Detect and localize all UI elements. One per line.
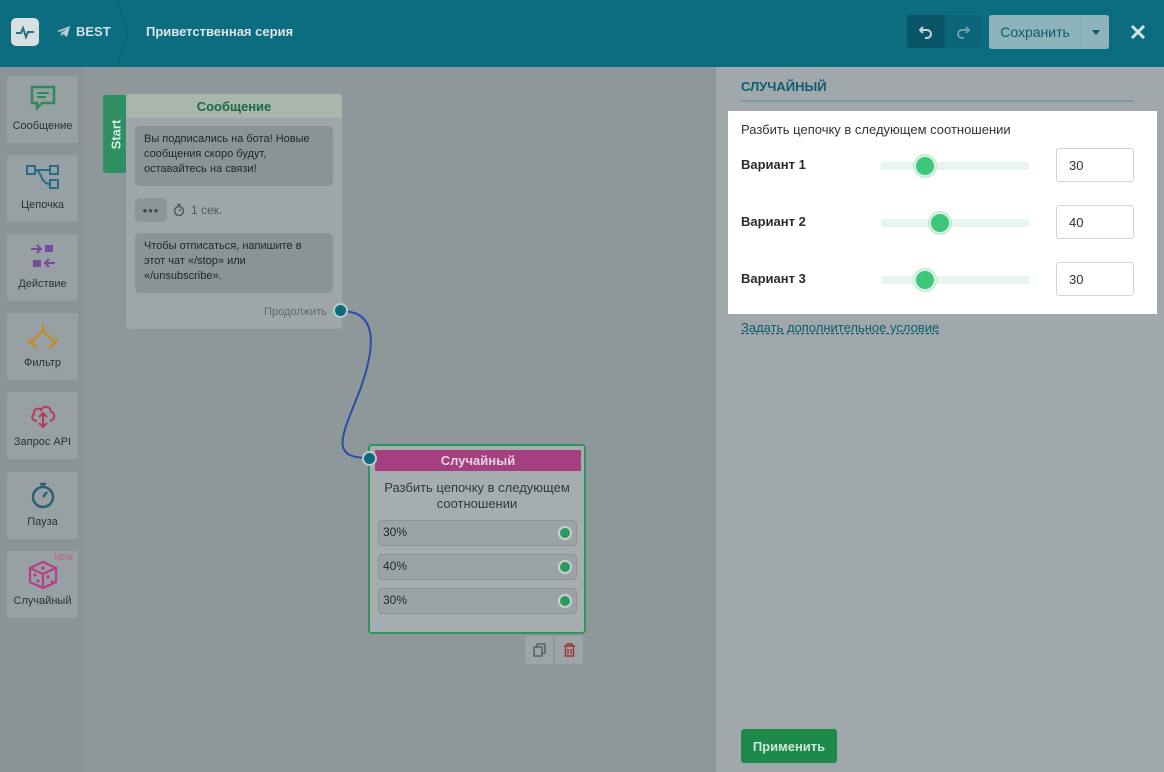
timer-icon	[173, 203, 185, 217]
variant-slider-track[interactable]	[881, 269, 1029, 291]
variant-slider-track[interactable]	[881, 212, 1029, 234]
panel-divider	[741, 100, 1134, 102]
duplicate-node-button[interactable]	[525, 636, 553, 664]
random-node[interactable]: Случайный Разбить цепочку в следующем со…	[368, 444, 586, 634]
start-tab: Start	[103, 95, 128, 173]
message-node[interactable]: Сообщение Вы подписались на бота! Новые …	[126, 94, 342, 329]
copy-icon	[532, 643, 546, 657]
variant-slider-thumb[interactable]	[929, 212, 952, 234]
random-node-description: Разбить цепочку в следующем соотношении	[384, 480, 570, 511]
apply-button[interactable]: Применить	[741, 729, 837, 763]
output-port[interactable]	[333, 303, 348, 318]
continue-label: Продолжить	[264, 306, 327, 318]
branch-output-port[interactable]	[558, 594, 572, 608]
variant-value-input[interactable]	[1056, 148, 1134, 182]
close-icon	[1130, 24, 1146, 40]
close-button[interactable]	[1126, 20, 1150, 44]
delay-text: 1 сек.	[191, 203, 223, 217]
add-condition-link[interactable]: Задать дополнительное условие	[741, 320, 939, 335]
start-label: Start	[108, 119, 123, 149]
branch-output-port[interactable]	[558, 560, 572, 574]
variant-value-input[interactable]	[1056, 205, 1134, 239]
branch-percent: 30%	[383, 593, 408, 607]
branch-percent: 40%	[383, 559, 408, 573]
message-bubble: Чтобы отписаться, напишите в этот чат «/…	[135, 233, 333, 293]
redo-button[interactable]	[945, 15, 981, 48]
panel-title: СЛУЧАЙНЫЙ	[741, 79, 827, 94]
random-node-title: Случайный	[375, 450, 581, 471]
variant-slider-track[interactable]	[881, 155, 1029, 177]
message-node-title: Сообщение	[126, 94, 342, 118]
branch-percent: 30%	[383, 525, 408, 539]
redo-icon	[957, 25, 970, 39]
ratio-config: Разбить цепочку в следующем соотношении …	[728, 111, 1157, 314]
ratio-description: Разбить цепочку в следующем соотношении	[741, 122, 1011, 137]
history-controls	[907, 15, 981, 48]
input-port[interactable]	[362, 451, 377, 466]
branch-output-port[interactable]	[558, 526, 572, 540]
caret-down-icon	[1091, 29, 1100, 35]
variant-label: Вариант 3	[741, 271, 806, 286]
variant-label: Вариант 1	[741, 157, 806, 172]
save-button[interactable]: Сохранить	[989, 15, 1081, 49]
variant-slider-thumb[interactable]	[914, 269, 937, 291]
random-branch-row: 40%	[378, 554, 577, 580]
delay-dots: •••	[135, 198, 167, 222]
variant-label: Вариант 2	[741, 214, 806, 229]
variant-slider-thumb[interactable]	[914, 155, 937, 177]
settings-panel: СЛУЧАЙНЫЙ Разбить цепочку в следующем со…	[716, 67, 1164, 772]
delay-row: ••• 1 сек.	[135, 198, 222, 222]
random-branch-row: 30%	[378, 588, 577, 614]
variant-value-input[interactable]	[1056, 262, 1134, 296]
undo-button[interactable]	[907, 15, 945, 48]
save-controls: Сохранить	[989, 15, 1109, 49]
undo-icon	[919, 25, 932, 39]
message-bubble: Вы подписались на бота! Новые сообщения …	[135, 126, 333, 186]
save-dropdown-button[interactable]	[1081, 15, 1109, 49]
random-branch-row: 30%	[378, 520, 577, 546]
delete-node-button[interactable]	[555, 636, 583, 664]
trash-icon	[563, 643, 575, 657]
